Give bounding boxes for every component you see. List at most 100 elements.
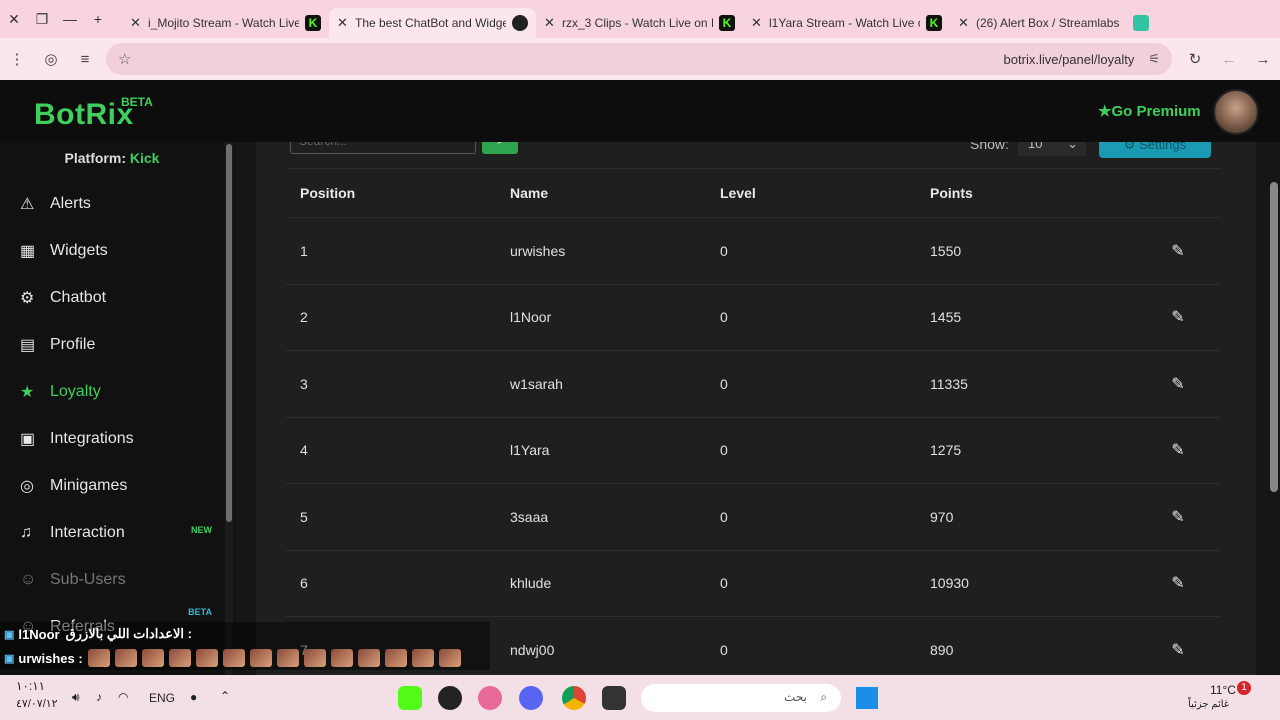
url-field[interactable]: ☆ botrix.live/panel/loyalty ⚟ bbox=[106, 43, 1172, 75]
chat-badge-icon: ▣ bbox=[4, 652, 15, 665]
chevron-down-icon: ⌄ bbox=[1067, 142, 1078, 151]
forward-icon[interactable]: → bbox=[1246, 51, 1280, 68]
emote-icon bbox=[168, 649, 191, 667]
volume-icon[interactable]: 🔊︎ bbox=[72, 690, 80, 705]
media-control-icon[interactable]: ≡ bbox=[68, 51, 102, 68]
speaker-icon[interactable]: ♪ bbox=[96, 690, 102, 704]
microphone-icon[interactable]: ● bbox=[190, 690, 197, 704]
emote-icon bbox=[195, 649, 218, 667]
browser-tab-bar: ✕ ❐ — + ✕ i_Mojito Stream - Watch Live K… bbox=[0, 0, 1280, 38]
browser-tab[interactable]: ✕ The best ChatBot and Widge bbox=[329, 8, 536, 38]
weather-temp[interactable]: 11°C bbox=[1210, 683, 1236, 697]
sidebar-item-loyalty[interactable]: ★ Loyalty bbox=[0, 368, 224, 415]
close-tab-icon[interactable]: ✕ bbox=[751, 15, 769, 31]
site-settings-icon[interactable]: ⚟ bbox=[1148, 51, 1160, 67]
emote-icon bbox=[249, 649, 272, 667]
discord-app-icon[interactable] bbox=[519, 686, 543, 710]
edit-pencil-icon[interactable]: ✎ bbox=[1171, 376, 1184, 393]
taskbar: ١٠:١١ ٤٧/٠٧/١٢ 🔊︎ ♪ ◠ ENG ● ⌃ بحث ⌕ 11°C… bbox=[0, 675, 1280, 720]
browser-app-icon[interactable] bbox=[478, 686, 502, 710]
position-cell: 4 bbox=[300, 442, 308, 459]
browser-tab[interactable]: ✕ i_Mojito Stream - Watch Live K bbox=[122, 8, 329, 38]
sidebar-item-profile[interactable]: ▤ Profile bbox=[0, 321, 224, 368]
level-cell: 0 bbox=[720, 242, 728, 259]
restore-window-icon[interactable]: ❐ bbox=[28, 11, 56, 28]
search-button[interactable]: ⌕ bbox=[482, 142, 518, 154]
table-row: 5 3saaa 0 970 ✎ bbox=[286, 484, 1220, 551]
edit-pencil-icon[interactable]: ✎ bbox=[1171, 309, 1184, 326]
browser-tab[interactable]: ✕ rzx_3 Clips - Watch Live on K K bbox=[536, 8, 743, 38]
weather-text: غائم جزئياً bbox=[1188, 699, 1230, 710]
avatar[interactable] bbox=[1213, 89, 1259, 135]
tab-title: The best ChatBot and Widge bbox=[355, 16, 506, 30]
trophy-icon: ★ bbox=[20, 383, 35, 401]
browser-tab[interactable]: ✕ l1Yara Stream - Watch Live o K bbox=[743, 8, 950, 38]
sidebar-item-interaction[interactable]: ♫ Interaction NEW bbox=[0, 509, 224, 556]
menu-dots-icon[interactable]: ⋮ bbox=[0, 50, 34, 68]
close-tab-icon[interactable]: ✕ bbox=[337, 15, 355, 31]
taskbar-search-input[interactable]: بحث ⌕ bbox=[641, 684, 841, 712]
close-tab-icon[interactable]: ✕ bbox=[130, 15, 148, 31]
position-cell: 1 bbox=[300, 242, 308, 259]
edit-pencil-icon[interactable]: ✎ bbox=[1171, 575, 1184, 592]
tray-chevron-icon[interactable]: ⌃ bbox=[220, 689, 230, 703]
browser-tab[interactable]: ✕ (26) Alert Box / Streamlabs bbox=[950, 8, 1157, 38]
sidebar-item-label: Interaction bbox=[50, 523, 125, 541]
sidebar-item-label: Profile bbox=[50, 335, 96, 353]
clock-time: ١٠:١١ bbox=[16, 679, 46, 693]
go-premium-link[interactable]: ★Go Premium bbox=[1098, 102, 1201, 120]
sidebar-badge: BETA bbox=[188, 607, 212, 617]
points-cell: 970 bbox=[930, 508, 954, 525]
bookmark-star-icon[interactable]: ☆ bbox=[118, 50, 131, 68]
file-explorer-icon[interactable] bbox=[602, 686, 626, 710]
sidebar-scrollbar[interactable] bbox=[225, 142, 233, 678]
sidebar-item-chatbot[interactable]: ⚙ Chatbot bbox=[0, 274, 224, 321]
minimize-window-icon[interactable]: — bbox=[56, 11, 84, 27]
close-window-icon[interactable]: ✕ bbox=[0, 11, 28, 28]
chrome-app-icon[interactable] bbox=[562, 686, 586, 710]
close-tab-icon[interactable]: ✕ bbox=[544, 15, 562, 31]
emote-icon bbox=[303, 649, 326, 667]
new-tab-icon[interactable]: + bbox=[84, 11, 112, 27]
search-input[interactable]: Search... bbox=[290, 142, 476, 154]
close-tab-icon[interactable]: ✕ bbox=[958, 15, 976, 31]
table-row: 6 khlude 0 10930 ✎ bbox=[286, 551, 1220, 617]
level-cell: 0 bbox=[720, 375, 728, 392]
obs-app-icon[interactable] bbox=[438, 686, 462, 710]
sidebar-item-integrations[interactable]: ▣ Integrations bbox=[0, 415, 224, 462]
sidebar-item-minigames[interactable]: ◎ Minigames bbox=[0, 462, 224, 509]
sidebar-scroll-thumb[interactable] bbox=[226, 144, 232, 522]
points-cell: 1275 bbox=[930, 442, 962, 459]
windows-start-icon[interactable] bbox=[856, 687, 878, 709]
sidebar-item-widgets[interactable]: ▦ Widgets bbox=[0, 227, 224, 274]
level-cell: 0 bbox=[720, 309, 728, 326]
language-indicator[interactable]: ENG bbox=[149, 691, 175, 705]
edit-pencil-icon[interactable]: ✎ bbox=[1171, 642, 1184, 659]
botrix-logo[interactable]: BotRix bbox=[34, 98, 134, 132]
edit-pencil-icon[interactable]: ✎ bbox=[1171, 509, 1184, 526]
back-icon[interactable]: ← bbox=[1212, 51, 1246, 68]
column-header: Position bbox=[300, 185, 356, 201]
sidebar-item-label: Sub-Users bbox=[50, 570, 126, 588]
tab-title: (26) Alert Box / Streamlabs bbox=[976, 16, 1120, 30]
main-content: Search... ⌕ Show: 10 ⌄ ⚙ Settings Positi… bbox=[234, 142, 1280, 678]
chat-overlay: ▣ l1Noor الاعدادات اللي بالازرق : ▣ urwish… bbox=[0, 622, 490, 672]
position-cell: 5 bbox=[300, 508, 308, 525]
id-card-icon: ▤ bbox=[20, 336, 36, 354]
kick-app-icon[interactable] bbox=[398, 686, 422, 710]
reload-icon[interactable]: ↻ bbox=[1178, 50, 1212, 68]
page-size-select[interactable]: 10 ⌄ bbox=[1018, 142, 1086, 156]
sidebar-item-alerts[interactable]: ⚠ Alerts bbox=[0, 180, 224, 227]
name-cell: ndwj00 bbox=[510, 641, 555, 658]
settings-button[interactable]: ⚙ Settings bbox=[1099, 142, 1211, 158]
wifi-icon[interactable]: ◠ bbox=[118, 690, 128, 704]
sidebar-item-sub-users[interactable]: ☺ Sub-Users bbox=[0, 556, 224, 603]
profile-icon[interactable]: ◎ bbox=[34, 50, 68, 68]
robot-icon: ⚙ bbox=[20, 289, 35, 307]
column-header: Level bbox=[720, 185, 756, 201]
page-scrollbar[interactable] bbox=[1270, 182, 1278, 492]
edit-pencil-icon[interactable]: ✎ bbox=[1171, 442, 1184, 459]
edit-pencil-icon[interactable]: ✎ bbox=[1171, 243, 1184, 260]
url-text: botrix.live/panel/loyalty bbox=[1003, 51, 1135, 67]
sidebar-badge: NEW bbox=[191, 525, 212, 535]
